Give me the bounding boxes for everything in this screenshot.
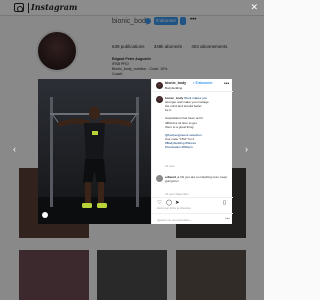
- post-more-icon[interactable]: •••: [224, 81, 229, 87]
- chevron-left-icon[interactable]: ‹: [13, 144, 16, 154]
- post-caption: bionic_body Work makes you stronger and …: [165, 96, 229, 149]
- comment-options-icon[interactable]: •••: [225, 216, 230, 221]
- comment-meta[interactable]: 22 sem Répondre: [165, 192, 189, 196]
- caption-line: them to a great thing.: [165, 124, 195, 129]
- post-photo[interactable]: [38, 79, 151, 224]
- caption-hashtags[interactable]: #motivation #ifbbpro: [165, 145, 193, 149]
- caption-author-avatar[interactable]: [156, 96, 163, 103]
- add-comment-bar: Ajouter un commentaire... •••: [152, 213, 233, 224]
- athlete-figure: [52, 106, 137, 208]
- post-modal: bionic_body • S'abonner Bodybuilding •••…: [38, 79, 233, 224]
- post-author-username[interactable]: bionic_body: [165, 81, 186, 85]
- chevron-right-icon[interactable]: ›: [245, 144, 248, 154]
- comment-item: edward_e Ok you are so inspiring man, ke…: [165, 175, 229, 183]
- comment-author-avatar[interactable]: [156, 175, 163, 182]
- post-location[interactable]: Bodybuilding: [165, 86, 182, 90]
- likes-summary[interactable]: Aimé par kriss et d'autres: [157, 206, 191, 210]
- post-follow-button[interactable]: • S'abonner: [193, 81, 213, 85]
- bookmark-icon[interactable]: ▯: [223, 200, 226, 206]
- user-tag-icon[interactable]: [42, 212, 48, 218]
- post-sidebar: bionic_body • S'abonner Bodybuilding •••…: [151, 79, 233, 224]
- comment-input[interactable]: Ajouter un commentaire...: [157, 218, 192, 222]
- caption-line: be it.: [165, 108, 172, 113]
- caption-timestamp: 22 sem: [165, 164, 175, 168]
- post-author-avatar[interactable]: [156, 82, 163, 89]
- post-header: bionic_body • S'abonner Bodybuilding •••: [152, 79, 233, 92]
- close-icon[interactable]: ✕: [250, 3, 258, 12]
